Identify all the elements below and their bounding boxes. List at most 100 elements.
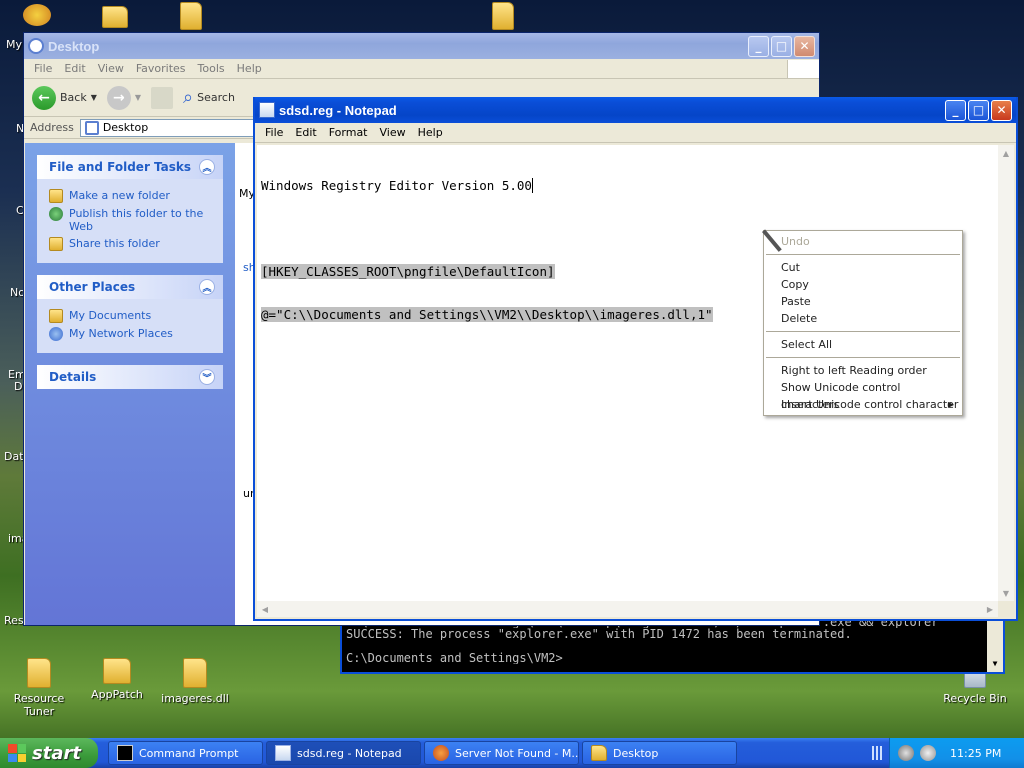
place-my-network-places[interactable]: My Network Places [49,327,211,341]
address-value: Desktop [102,121,149,134]
ctx-show-unicode[interactable]: Show Unicode control characters [764,379,962,411]
dropdown-arrow-icon[interactable]: ▼ [135,93,141,102]
scroll-down-arrow-icon[interactable]: ▼ [998,585,1014,601]
file-folder-tasks-panel: File and Folder Tasks ︽ Make a new folde… [37,155,223,263]
command-prompt-window[interactable]: C:\Documents and Settings\VM2\Desktop\im… [340,616,1005,674]
expand-chevron-icon[interactable]: ︾ [199,369,215,385]
task-label: Desktop [613,746,659,760]
folder-icon [492,2,514,30]
folder-icon [183,658,207,688]
collapse-chevron-icon[interactable]: ︽ [199,279,215,295]
maximize-button[interactable]: □ [771,35,792,57]
scroll-left-arrow-icon[interactable]: ◀ [257,601,273,617]
menu-edit[interactable]: Edit [289,126,322,139]
menu-help[interactable]: Help [231,62,268,75]
desktop-icon-apppatch[interactable]: AppPatch [82,658,152,701]
place-my-documents[interactable]: My Documents [49,309,211,323]
vertical-scrollbar[interactable]: ▲ ▼ [998,145,1014,601]
menu-file[interactable]: File [28,62,58,75]
explorer-titlebar[interactable]: Desktop _ □ ✕ [24,33,819,59]
dropdown-arrow-icon[interactable]: ▼ [91,93,97,102]
horizontal-scrollbar[interactable]: ◀ ▶ [257,601,998,617]
file-folder-tasks-header[interactable]: File and Folder Tasks ︽ [37,155,223,179]
desktop-edge-label[interactable]: My [6,38,22,51]
back-arrow-icon: ← [32,85,56,110]
ctx-cut[interactable]: Cut [764,259,962,276]
menu-tools[interactable]: Tools [192,62,231,75]
taskbar-notepad[interactable]: sdsd.reg - Notepad [266,741,421,765]
menu-favorites[interactable]: Favorites [130,62,192,75]
notepad-titlebar[interactable]: sdsd.reg - Notepad _ □ ✕ [255,97,1016,123]
search-button[interactable]: ⌕ Search [183,87,235,108]
forward-button[interactable]: → ▼ [106,85,141,110]
ctx-copy[interactable]: Copy [764,276,962,293]
ctx-undo[interactable]: Undo [764,233,962,250]
share-folder-icon [49,237,63,251]
desktop-edge-label[interactable]: Res [4,614,24,627]
tray-expand-icon[interactable] [872,746,884,760]
ctx-rtl-reading-order[interactable]: Right to left Reading order [764,362,962,379]
task-publish-to-web[interactable]: Publish this folder to the Web [49,207,211,233]
start-label: start [32,742,81,764]
taskbar-buttons: Command Prompt sdsd.reg - Notepad Server… [108,741,737,765]
collapse-chevron-icon[interactable]: ︽ [199,159,215,175]
notepad-icon [259,102,275,118]
taskbar-command-prompt[interactable]: Command Prompt [108,741,263,765]
scroll-up-arrow-icon[interactable]: ▲ [998,145,1014,161]
details-panel: Details ︾ [37,365,223,389]
desktop-icon-resource-tuner[interactable]: Resource Tuner [4,658,74,718]
submenu-arrow-icon: ▶ [947,400,954,409]
other-places-header[interactable]: Other Places ︽ [37,275,223,299]
menu-view[interactable]: View [374,126,412,139]
browser-icon [433,745,449,761]
taskbar-browser[interactable]: Server Not Found - M... [424,741,579,765]
desktop-icon-label: AppPatch [91,688,143,701]
address-input[interactable]: Desktop [79,118,260,137]
network-icon [49,327,63,341]
menu-file[interactable]: File [259,126,289,139]
back-button[interactable]: ← Back ▼ [32,85,97,110]
menu-format[interactable]: Format [323,126,374,139]
console-scrollbar[interactable]: ▼ [987,620,1003,672]
console-line: SUCCESS: The process "explorer.exe" with… [346,628,852,640]
details-header[interactable]: Details ︾ [37,365,223,389]
desktop-folder-top-3[interactable] [156,2,226,34]
text-cursor [531,178,533,193]
desktop-icon-top-1[interactable] [4,4,70,30]
task-label: Server Not Found - M... [455,746,579,760]
volume-tray-icon[interactable] [920,745,936,761]
minimize-button[interactable]: _ [748,35,769,57]
menu-view[interactable]: View [92,62,130,75]
desktop-edge-label[interactable]: D [14,380,22,393]
maximize-button[interactable]: □ [968,99,989,121]
desktop-folder-top-2[interactable] [80,6,150,32]
place-label: My Documents [69,309,152,322]
text-line: Windows Registry Editor Version 5.00 [261,178,994,193]
ctx-select-all[interactable]: Select All [764,336,962,353]
network-tray-icon[interactable] [898,745,914,761]
desktop-icon-imageres[interactable]: imageres.dll [160,658,230,705]
new-folder-icon [49,189,63,203]
ctx-delete[interactable]: Delete [764,310,962,327]
close-button[interactable]: ✕ [794,35,815,57]
minimize-button[interactable]: _ [945,99,966,121]
clock[interactable]: 11:25 PM [950,747,1001,760]
ctx-insert-unicode[interactable]: Insert Unicode control character ▶ [764,396,962,413]
selected-text: [HKEY_CLASSES_ROOT\pngfile\DefaultIcon] [261,264,555,279]
desktop-icon-label: Resource Tuner [13,692,65,718]
desktop-folder-top-4[interactable] [468,2,538,34]
scroll-right-arrow-icon[interactable]: ▶ [982,601,998,617]
task-share-folder[interactable]: Share this folder [49,237,211,251]
scroll-down-arrow-icon[interactable]: ▼ [987,656,1003,672]
ctx-paste[interactable]: Paste [764,293,962,310]
start-button[interactable]: start [0,738,98,768]
taskbar-desktop[interactable]: Desktop [582,741,737,765]
menu-edit[interactable]: Edit [58,62,91,75]
task-make-new-folder[interactable]: Make a new folder [49,189,211,203]
menu-separator [766,357,960,358]
notepad-title: sdsd.reg - Notepad [279,102,397,118]
menu-help[interactable]: Help [412,126,449,139]
system-tray: 11:25 PM [889,738,1024,768]
close-button[interactable]: ✕ [991,99,1012,121]
up-folder-button[interactable] [151,86,174,109]
